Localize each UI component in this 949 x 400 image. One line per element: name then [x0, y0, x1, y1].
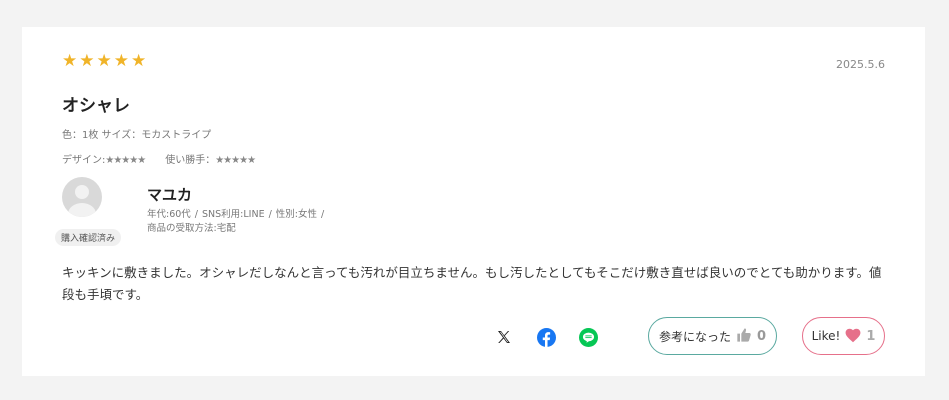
facebook-icon[interactable] [536, 327, 556, 347]
design-stars: ★★★★★ [105, 155, 146, 166]
product-variant: 色：1枚 サイズ：モカストライプ [62, 130, 212, 141]
reviewer-attributes: 年代:60代 / SNS利用:LINE / 性別:女性 / 商品の受取方法:宅配 [147, 208, 328, 236]
sub-ratings: デザイン:★★★★★ 使い勝手：★★★★★ [62, 151, 256, 166]
helpful-count: 0 [756, 328, 767, 344]
avatar-icon [62, 177, 102, 217]
review-title: オシャレ [62, 96, 130, 116]
reviewer-sns: SNS利用:LINE [202, 209, 265, 220]
review-date: 2025.5.6 [836, 58, 885, 71]
line-icon[interactable] [578, 327, 598, 347]
separator: / [194, 209, 198, 220]
helpful-label: 参考になった [658, 329, 731, 344]
heart-icon [844, 327, 862, 346]
design-rating: デザイン:★★★★★ [62, 151, 146, 166]
usability-label: 使い勝手： [165, 155, 216, 166]
reviewer-name: マユカ [147, 186, 193, 204]
rating-stars: ★ ★ ★ ★ ★ [62, 53, 146, 70]
helpful-button[interactable]: 参考になった 0 [648, 317, 777, 355]
usability-rating: 使い勝手：★★★★★ [165, 151, 256, 166]
like-button[interactable]: Like! 1 [802, 317, 885, 355]
review-card: ★ ★ ★ ★ ★ 2025.5.6 オシャレ 色：1枚 サイズ：モカストライプ… [22, 27, 925, 376]
x-icon[interactable] [494, 327, 514, 347]
star-icon: ★ [113, 51, 129, 71]
review-body: キッキンに敷きました。オシャレだしなんと言っても汚れが目立ちません。もし汚したと… [62, 265, 882, 302]
design-label: デザイン: [62, 155, 106, 166]
verified-purchase-badge: 購入確認済み [55, 229, 122, 246]
star-icon: ★ [79, 51, 95, 71]
thumbs-up-icon [736, 327, 752, 346]
star-icon: ★ [62, 51, 78, 71]
reviewer-receive-method: 商品の受取方法:宅配 [147, 223, 236, 234]
separator: / [320, 209, 325, 220]
like-label: Like! [811, 329, 841, 343]
star-icon: ★ [131, 51, 147, 71]
like-count: 1 [866, 328, 876, 344]
reviewer-age: 年代:60代 [147, 209, 191, 220]
star-icon: ★ [96, 51, 112, 71]
separator: / [268, 209, 272, 220]
reviewer-gender: 性別:女性 [275, 209, 317, 220]
usability-stars: ★★★★★ [215, 155, 256, 166]
